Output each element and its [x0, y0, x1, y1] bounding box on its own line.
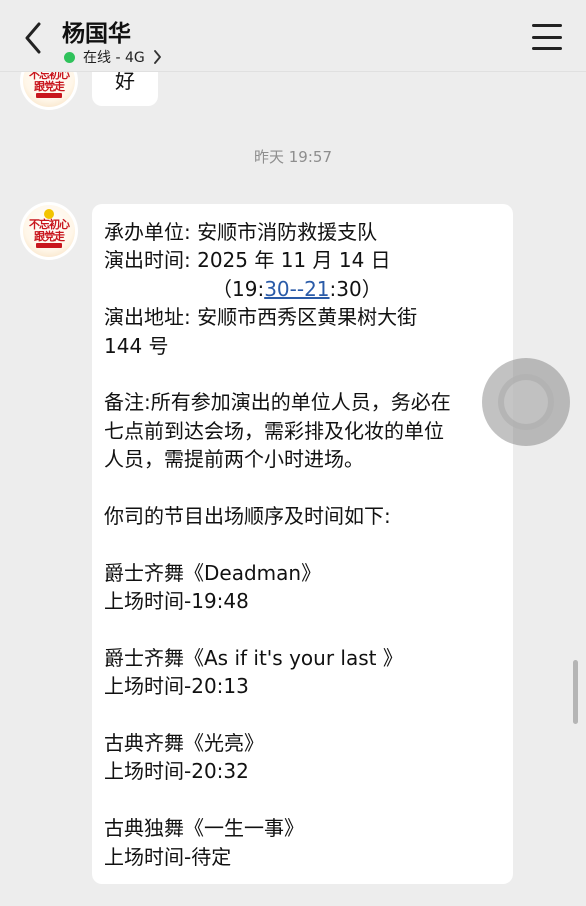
- chevron-left-icon: [25, 22, 41, 54]
- assistive-touch-inner: [498, 374, 554, 430]
- message-line: 你司的节目出场顺序及时间如下:: [104, 503, 391, 528]
- message-timestamp: 昨天 19:57: [254, 148, 332, 166]
- avatar-band: [36, 243, 62, 248]
- scrollbar-thumb[interactable]: [573, 660, 578, 724]
- message-line: 演出时间: 2025 年 11 月 14 日: [104, 248, 391, 273]
- message-line: 七点前到达会场，需彩排及化妆的单位: [104, 418, 444, 443]
- online-dot-icon: [64, 51, 75, 63]
- chevron-right-icon: [153, 50, 162, 64]
- status-row[interactable]: 在线 - 4G: [64, 47, 162, 67]
- avatar-logo-text: 不忘初心 跟党走: [29, 68, 70, 93]
- program-time: 上场时间-19:48: [104, 589, 249, 614]
- message-line: 人员，需提前两个小时进场。: [104, 447, 364, 472]
- chat-header: 杨国华 在线 - 4G: [0, 0, 586, 72]
- avatar-logo: 不忘初心 跟党走: [23, 205, 75, 257]
- status-text: 在线 - 4G: [83, 50, 145, 66]
- message-line: 演出地址: 安顺市西秀区黄果树大街: [104, 305, 418, 330]
- menu-line: [532, 47, 562, 50]
- message-line: 备注:所有参加演出的单位人员，务必在: [104, 390, 451, 415]
- menu-line: [532, 35, 562, 39]
- avatar-logo-text: 不忘初心 跟党走: [29, 218, 70, 243]
- avatar-band: [36, 93, 62, 98]
- program-time: 上场时间-20:32: [104, 759, 249, 784]
- back-button[interactable]: [18, 20, 48, 56]
- menu-button[interactable]: [532, 24, 562, 50]
- message-line: 144 号: [104, 333, 169, 358]
- contact-name[interactable]: 杨国华: [62, 14, 131, 48]
- program-time: 上场时间-待定: [104, 844, 232, 869]
- program-time: 上场时间-20:13: [104, 674, 249, 699]
- program-name: 古典齐舞《光亮》: [104, 731, 264, 756]
- message-line: 承办单位: 安顺市消防救援支队: [104, 220, 378, 244]
- program-name: 爵士齐舞《Deadman》: [104, 560, 322, 585]
- time-link[interactable]: 30--21: [264, 277, 329, 301]
- program-name: 爵士齐舞《As if it's your last 》: [104, 645, 403, 670]
- message-line-time: （19:30--21:30）: [212, 276, 382, 301]
- assistive-touch-button[interactable]: [482, 358, 570, 446]
- program-name: 古典独舞《一生一事》: [104, 816, 304, 841]
- contact-avatar[interactable]: 不忘初心 跟党走: [20, 202, 78, 260]
- message-bubble-main[interactable]: 承办单位: 安顺市消防救援支队 演出时间: 2025 年 11 月 14 日 （…: [92, 204, 513, 884]
- menu-line: [532, 24, 562, 27]
